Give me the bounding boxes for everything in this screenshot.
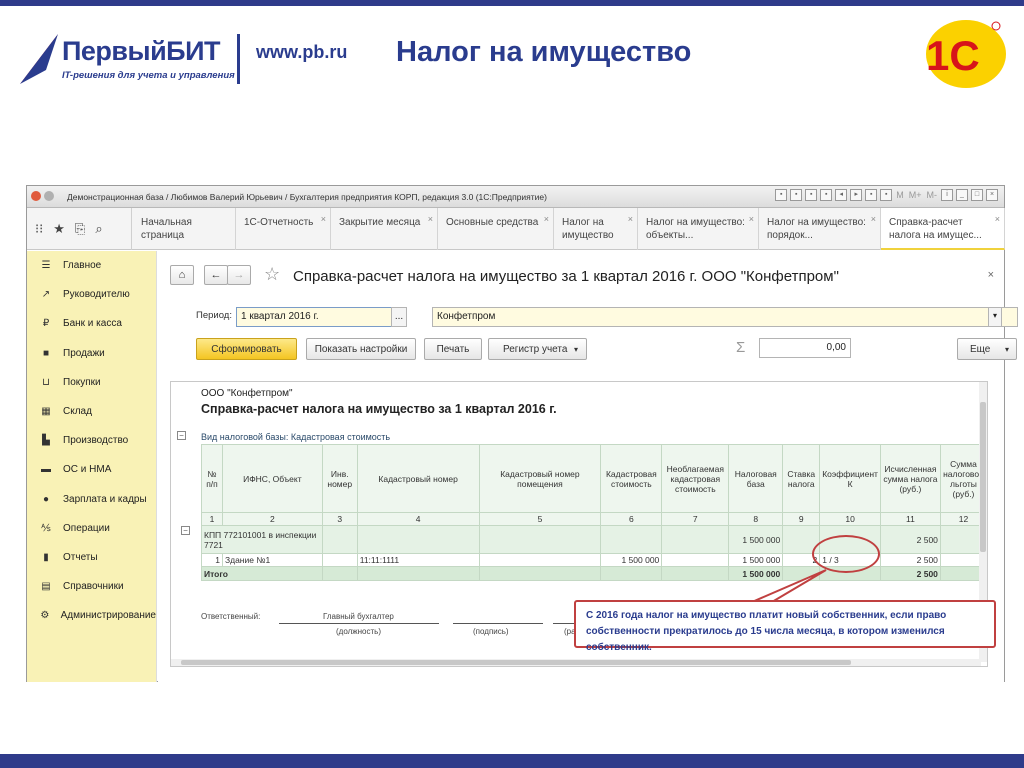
bottom-accent-bar [0,754,1024,768]
note-callout: С 2016 года налог на имущество платит но… [574,600,996,653]
callout-pointer [751,569,827,603]
highlight-ellipse [812,535,880,573]
